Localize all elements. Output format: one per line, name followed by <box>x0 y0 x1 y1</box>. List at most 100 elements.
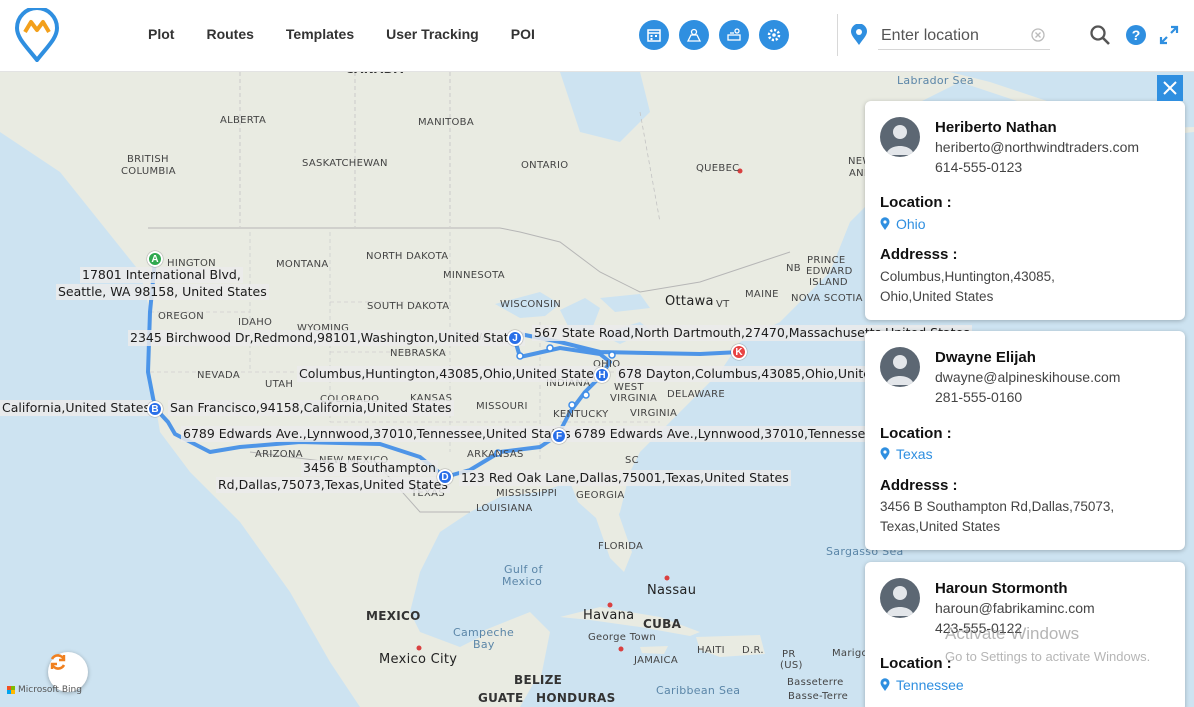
main-nav: Plot Routes Templates User Tracking POI <box>148 26 567 42</box>
close-panel-button[interactable] <box>1157 75 1183 101</box>
user-email: heriberto@northwindtraders.com <box>935 139 1140 155</box>
settings-icon <box>767 28 781 42</box>
route-stop-address: 123 Red Oak Lane,Dallas,75001,Texas,Unit… <box>459 470 791 486</box>
user-address: Columbus,Huntington,43085, Ohio,United S… <box>880 267 1170 307</box>
user-location[interactable]: Texas <box>880 446 933 462</box>
map-place-label: Labrador Sea <box>897 74 974 87</box>
user-email: haroun@fabrikaminc.com <box>935 600 1095 616</box>
route-stop-address: 2345 Birchwood Dr,Redmond,98101,Washingt… <box>128 330 525 346</box>
app-logo[interactable] <box>14 6 60 64</box>
calendar-button[interactable] <box>639 20 669 50</box>
map-place-label: WISCONSIN <box>500 299 561 310</box>
address-heading: Addresss : <box>880 477 958 494</box>
map-place-label: VT <box>716 299 730 310</box>
location-heading: Location : <box>880 425 952 442</box>
route-stop-marker[interactable]: J <box>507 330 523 346</box>
map-place-label: (US) <box>780 660 803 671</box>
map-place-label: Basseterre <box>787 677 844 688</box>
map-place-label: NORTH DAKOTA <box>366 251 449 262</box>
user-location[interactable]: Tennessee <box>880 677 964 693</box>
avatar <box>880 347 920 387</box>
nav-user-tracking[interactable]: User Tracking <box>386 26 479 42</box>
map-place-label: NEBRASKA <box>390 348 447 359</box>
user-name: Heriberto Nathan <box>935 119 1057 136</box>
map-place-label: HONDURAS <box>536 691 616 705</box>
location-pin-icon <box>880 447 890 460</box>
map-place-label: DELAWARE <box>667 389 725 400</box>
fullscreen-icon[interactable] <box>1158 24 1180 46</box>
map-place-label: NB <box>786 263 801 274</box>
map-place-label: MEXICO <box>366 609 421 623</box>
activation-watermark: Activate Windows <box>945 624 1080 643</box>
map-attribution: Microsoft Bing <box>7 685 82 695</box>
help-icon[interactable]: ? <box>1125 24 1147 46</box>
location-text: Ohio <box>896 216 926 232</box>
calendar-icon <box>647 29 661 42</box>
location-pin-icon <box>880 678 890 691</box>
map-place-label: SC <box>625 455 639 466</box>
user-card[interactable]: Heriberto Nathan heriberto@northwindtrad… <box>865 101 1185 320</box>
map-place-label: COLUMBIA <box>121 166 176 177</box>
map-place-label: MISSISSIPPI <box>496 488 558 499</box>
map-place-label: Ottawa <box>665 294 714 309</box>
route-stop-marker[interactable]: F <box>551 428 567 444</box>
search-icon[interactable] <box>1089 24 1111 46</box>
close-icon <box>1163 81 1177 95</box>
user-name: Haroun Stormonth <box>935 580 1068 597</box>
route-stop-address: 17801 International Blvd, <box>80 267 243 283</box>
nav-templates[interactable]: Templates <box>286 26 354 42</box>
clear-input-icon[interactable] <box>1031 28 1045 42</box>
header-divider <box>837 14 838 56</box>
nav-poi[interactable]: POI <box>511 26 535 42</box>
route-stop-marker[interactable]: K <box>731 344 747 360</box>
map-place-label: JAMAICA <box>634 655 678 666</box>
map-place-label: Basse-Terre <box>788 691 849 702</box>
top-bar: Plot Routes Templates User Tracking POI … <box>0 0 1194 72</box>
address-heading: Addresss : <box>880 246 958 263</box>
map-place-label: MINNESOTA <box>443 270 505 281</box>
map-place-label: NOVA SCOTIA <box>791 293 863 304</box>
address-line: Texas,United States <box>880 519 1001 534</box>
map-place-label: Nassau <box>647 583 697 598</box>
map-place-label: IDAHO <box>238 317 273 328</box>
map-place-label: Havana <box>583 608 635 623</box>
map-place-label: ONTARIO <box>521 160 569 171</box>
route-stop-address: Rd,Dallas,75073,Texas,United States <box>216 477 450 493</box>
user-phone: 281-555-0160 <box>935 389 1023 405</box>
map-place-label: Mexico City <box>379 652 458 667</box>
route-stop-address: 6789 Edwards Ave.,Lynnwood,37010,Tenness… <box>572 426 889 442</box>
map-place-label: MANITOBA <box>418 117 474 128</box>
user-phone: 614-555-0123 <box>935 159 1023 175</box>
attribution-text: Microsoft Bing <box>18 685 82 695</box>
map-place-label: OREGON <box>158 311 205 322</box>
map-place-label: MONTANA <box>276 259 329 270</box>
nav-routes[interactable]: Routes <box>206 26 253 42</box>
location-heading: Location : <box>880 655 952 672</box>
address-line: Ohio,United States <box>880 289 994 304</box>
user-location[interactable]: Ohio <box>880 216 926 232</box>
route-stop-marker[interactable]: B <box>147 401 163 417</box>
route-stop-marker[interactable]: H <box>594 367 610 383</box>
route-map-button[interactable] <box>679 20 709 50</box>
location-heading: Location : <box>880 194 952 211</box>
address-line: Columbus,Huntington,43085, <box>880 269 1055 284</box>
location-text: Texas <box>896 446 933 462</box>
map-place-label: PR <box>782 649 796 660</box>
map-place-label: LOUISIANA <box>476 503 533 514</box>
location-pin-icon <box>880 217 890 230</box>
map-place-label: ALBERTA <box>220 115 267 126</box>
nav-plot[interactable]: Plot <box>148 26 174 42</box>
map-place-label: BELIZE <box>514 673 563 687</box>
delivery-button[interactable] <box>719 20 749 50</box>
route-stop-address: Columbus,Huntington,43085,Ohio,United St… <box>297 366 603 382</box>
route-stop-marker[interactable]: D <box>437 469 453 485</box>
map-place-label: ARKANSAS <box>467 449 524 460</box>
route-stop-address: 6789 Edwards Ave.,Lynnwood,37010,Tenness… <box>181 426 573 442</box>
user-card[interactable]: Dwayne Elijah dwayne@alpineskihouse.com … <box>865 331 1185 550</box>
location-search-input[interactable] <box>878 22 1050 50</box>
route-stop-address: California,United States <box>0 400 152 416</box>
route-stop-address: Seattle, WA 98158, United States <box>56 284 269 300</box>
location-text: Tennessee <box>896 677 964 693</box>
settings-button[interactable] <box>759 20 789 50</box>
route-stop-marker[interactable]: A <box>147 251 163 267</box>
